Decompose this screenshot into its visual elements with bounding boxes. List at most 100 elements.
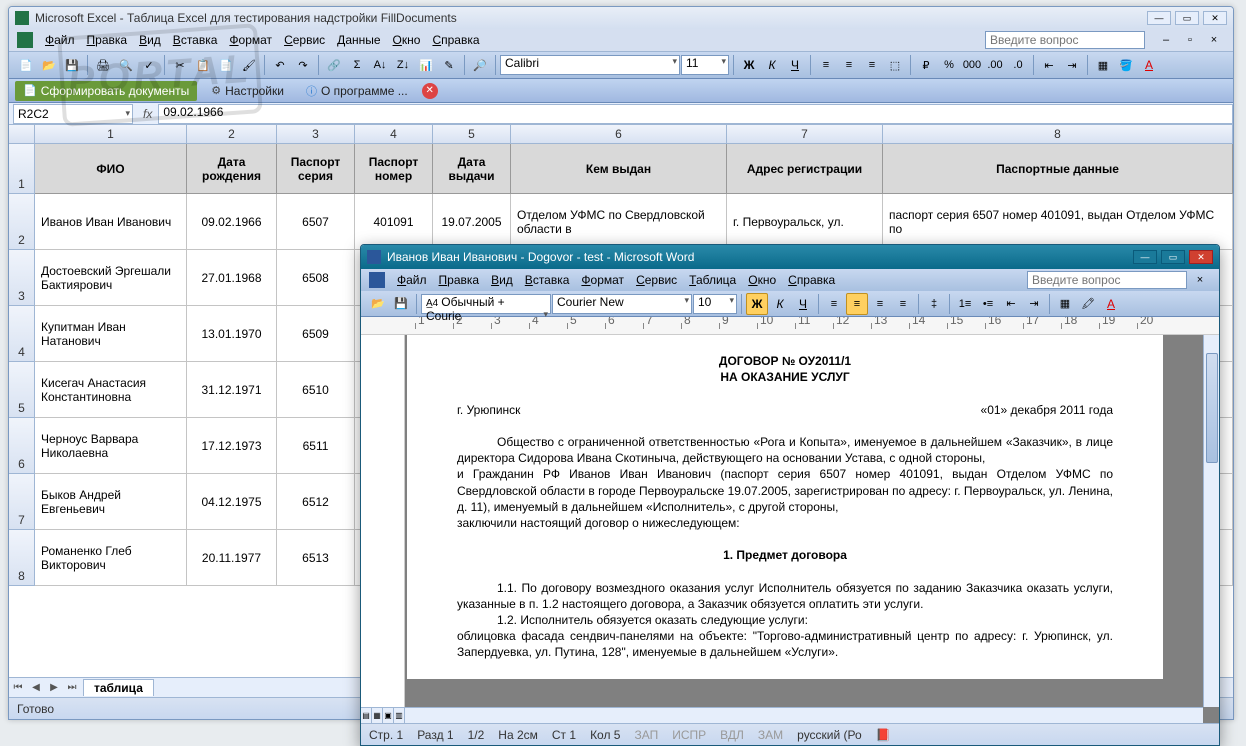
align-left-icon[interactable]: ≡ xyxy=(815,54,837,76)
formula-input[interactable]: 09.02.1966 xyxy=(158,104,1233,124)
font-color-icon[interactable]: A xyxy=(1100,293,1122,315)
italic-icon[interactable]: К xyxy=(761,54,783,76)
row-header[interactable]: 7 xyxy=(9,474,35,530)
row-header[interactable]: 4 xyxy=(9,306,35,362)
col-header[interactable]: 5 xyxy=(433,125,511,143)
align-right-icon[interactable]: ≡ xyxy=(869,293,891,315)
print-layout-icon[interactable]: ▣ xyxy=(383,708,394,723)
align-right-icon[interactable]: ≡ xyxy=(861,54,883,76)
menu-Файл[interactable]: Файл xyxy=(391,271,433,289)
save-icon[interactable]: 💾 xyxy=(390,293,412,315)
font-color-icon[interactable]: A xyxy=(1138,54,1160,76)
comma-icon[interactable]: 000 xyxy=(961,54,983,76)
increase-indent-icon[interactable]: ⇥ xyxy=(1023,293,1045,315)
open-icon[interactable]: 📂 xyxy=(38,54,60,76)
cell[interactable]: Иванов Иван Иванович xyxy=(35,194,187,250)
increase-indent-icon[interactable]: ⇥ xyxy=(1061,54,1083,76)
excel-mdi-restore[interactable]: ▫ xyxy=(1179,29,1201,51)
word-titlebar[interactable]: Иванов Иван Иванович - Dogovor - test - … xyxy=(361,245,1219,269)
word-mdi-close[interactable]: × xyxy=(1189,269,1211,291)
col-header[interactable]: 7 xyxy=(727,125,883,143)
menu-Вставка[interactable]: Вставка xyxy=(519,271,576,289)
spellcheck-icon[interactable]: ✓ xyxy=(138,54,160,76)
menu-Файл[interactable]: Файл xyxy=(39,31,81,49)
cell[interactable]: 19.07.2005 xyxy=(433,194,511,250)
menu-Окно[interactable]: Окно xyxy=(387,31,427,49)
format-painter-icon[interactable]: 🖌 xyxy=(238,54,260,76)
excel-mdi-close[interactable]: × xyxy=(1203,29,1225,51)
excel-minimize-button[interactable]: — xyxy=(1147,11,1171,25)
chart-icon[interactable]: 📊 xyxy=(415,54,437,76)
web-layout-icon[interactable]: ▦ xyxy=(372,708,383,723)
cell[interactable]: 13.01.1970 xyxy=(187,306,277,362)
bold-icon[interactable]: Ж xyxy=(738,54,760,76)
col-header[interactable]: 2 xyxy=(187,125,277,143)
first-sheet-button[interactable]: ⏮ xyxy=(9,679,27,697)
decrease-indent-icon[interactable]: ⇤ xyxy=(1038,54,1060,76)
bulleted-list-icon[interactable]: •≡ xyxy=(977,293,999,315)
menu-Данные[interactable]: Данные xyxy=(331,31,386,49)
word-minimize-button[interactable]: — xyxy=(1133,250,1157,264)
cell[interactable]: 6507 xyxy=(277,194,355,250)
row-header[interactable]: 2 xyxy=(9,194,35,250)
excel-maximize-button[interactable]: ▭ xyxy=(1175,11,1199,25)
status-language[interactable]: русский (Ро xyxy=(797,728,862,742)
cell[interactable]: Отделом УФМС по Свердловской области в xyxy=(511,194,727,250)
generate-documents-button[interactable]: 📄Сформировать документы xyxy=(15,81,197,101)
col-header[interactable]: 4 xyxy=(355,125,433,143)
align-justify-icon[interactable]: ≡ xyxy=(892,293,914,315)
excel-help-input[interactable] xyxy=(985,31,1145,49)
cell[interactable]: 6508 xyxy=(277,250,355,306)
new-doc-icon[interactable]: 📄 xyxy=(15,54,37,76)
excel-titlebar[interactable]: Microsoft Excel - Таблица Excel для тест… xyxy=(9,7,1233,29)
open-icon[interactable]: 📂 xyxy=(367,293,389,315)
align-center-icon[interactable]: ≡ xyxy=(838,54,860,76)
italic-icon[interactable]: К xyxy=(769,293,791,315)
zoom-icon[interactable]: 🔎 xyxy=(469,54,491,76)
menu-Вид[interactable]: Вид xyxy=(133,31,167,49)
decrease-indent-icon[interactable]: ⇤ xyxy=(1000,293,1022,315)
currency-icon[interactable]: ₽ xyxy=(915,54,937,76)
menu-Сервис[interactable]: Сервис xyxy=(278,31,331,49)
line-spacing-icon[interactable]: ‡ xyxy=(923,293,945,315)
row-header[interactable]: 1 xyxy=(9,144,35,194)
cell[interactable]: г. Первоуральск, ул. xyxy=(727,194,883,250)
last-sheet-button[interactable]: ⏭ xyxy=(63,679,81,697)
spellcheck-status-icon[interactable]: 📕 xyxy=(876,728,891,742)
prev-sheet-button[interactable]: ◀ xyxy=(27,679,45,697)
word-close-button[interactable]: ✕ xyxy=(1189,250,1213,264)
word-font-select[interactable]: Courier New xyxy=(552,294,692,314)
word-font-size-select[interactable]: 10 xyxy=(693,294,737,314)
font-name-select[interactable]: Calibri xyxy=(500,55,680,75)
next-sheet-button[interactable]: ▶ xyxy=(45,679,63,697)
cell[interactable]: 6509 xyxy=(277,306,355,362)
cell[interactable]: Черноус Варвара Николаевна xyxy=(35,418,187,474)
row-header[interactable]: 3 xyxy=(9,250,35,306)
decrease-decimal-icon[interactable]: .0 xyxy=(1007,54,1029,76)
word-vertical-scrollbar[interactable] xyxy=(1203,335,1219,707)
about-button[interactable]: ⓘО программе ... xyxy=(298,81,416,101)
print-preview-icon[interactable]: 🔍 xyxy=(115,54,137,76)
cell[interactable]: 09.02.1966 xyxy=(187,194,277,250)
word-maximize-button[interactable]: ▭ xyxy=(1161,250,1185,264)
align-center-icon[interactable]: ≡ xyxy=(846,293,868,315)
sheet-tab-active[interactable]: таблица xyxy=(83,679,154,696)
cell[interactable]: Купитман Иван Натанович xyxy=(35,306,187,362)
bold-icon[interactable]: Ж xyxy=(746,293,768,315)
increase-decimal-icon[interactable]: .00 xyxy=(984,54,1006,76)
drawing-icon[interactable]: ✎ xyxy=(438,54,460,76)
cell[interactable]: 04.12.1975 xyxy=(187,474,277,530)
cell[interactable]: Достоевский Эргешали Бактиярович xyxy=(35,250,187,306)
col-header[interactable]: 6 xyxy=(511,125,727,143)
word-horizontal-scrollbar[interactable] xyxy=(405,707,1203,723)
scrollbar-thumb[interactable] xyxy=(1206,353,1218,463)
menu-Вид[interactable]: Вид xyxy=(485,271,519,289)
sort-asc-icon[interactable]: A↓ xyxy=(369,54,391,76)
col-header[interactable]: 8 xyxy=(883,125,1233,143)
menu-Формат[interactable]: Формат xyxy=(223,31,278,49)
addin-close-button[interactable]: ✕ xyxy=(422,83,438,99)
excel-doc-icon[interactable] xyxy=(17,32,33,48)
cell[interactable]: 31.12.1971 xyxy=(187,362,277,418)
hyperlink-icon[interactable]: 🔗 xyxy=(323,54,345,76)
row-header[interactable]: 8 xyxy=(9,530,35,586)
